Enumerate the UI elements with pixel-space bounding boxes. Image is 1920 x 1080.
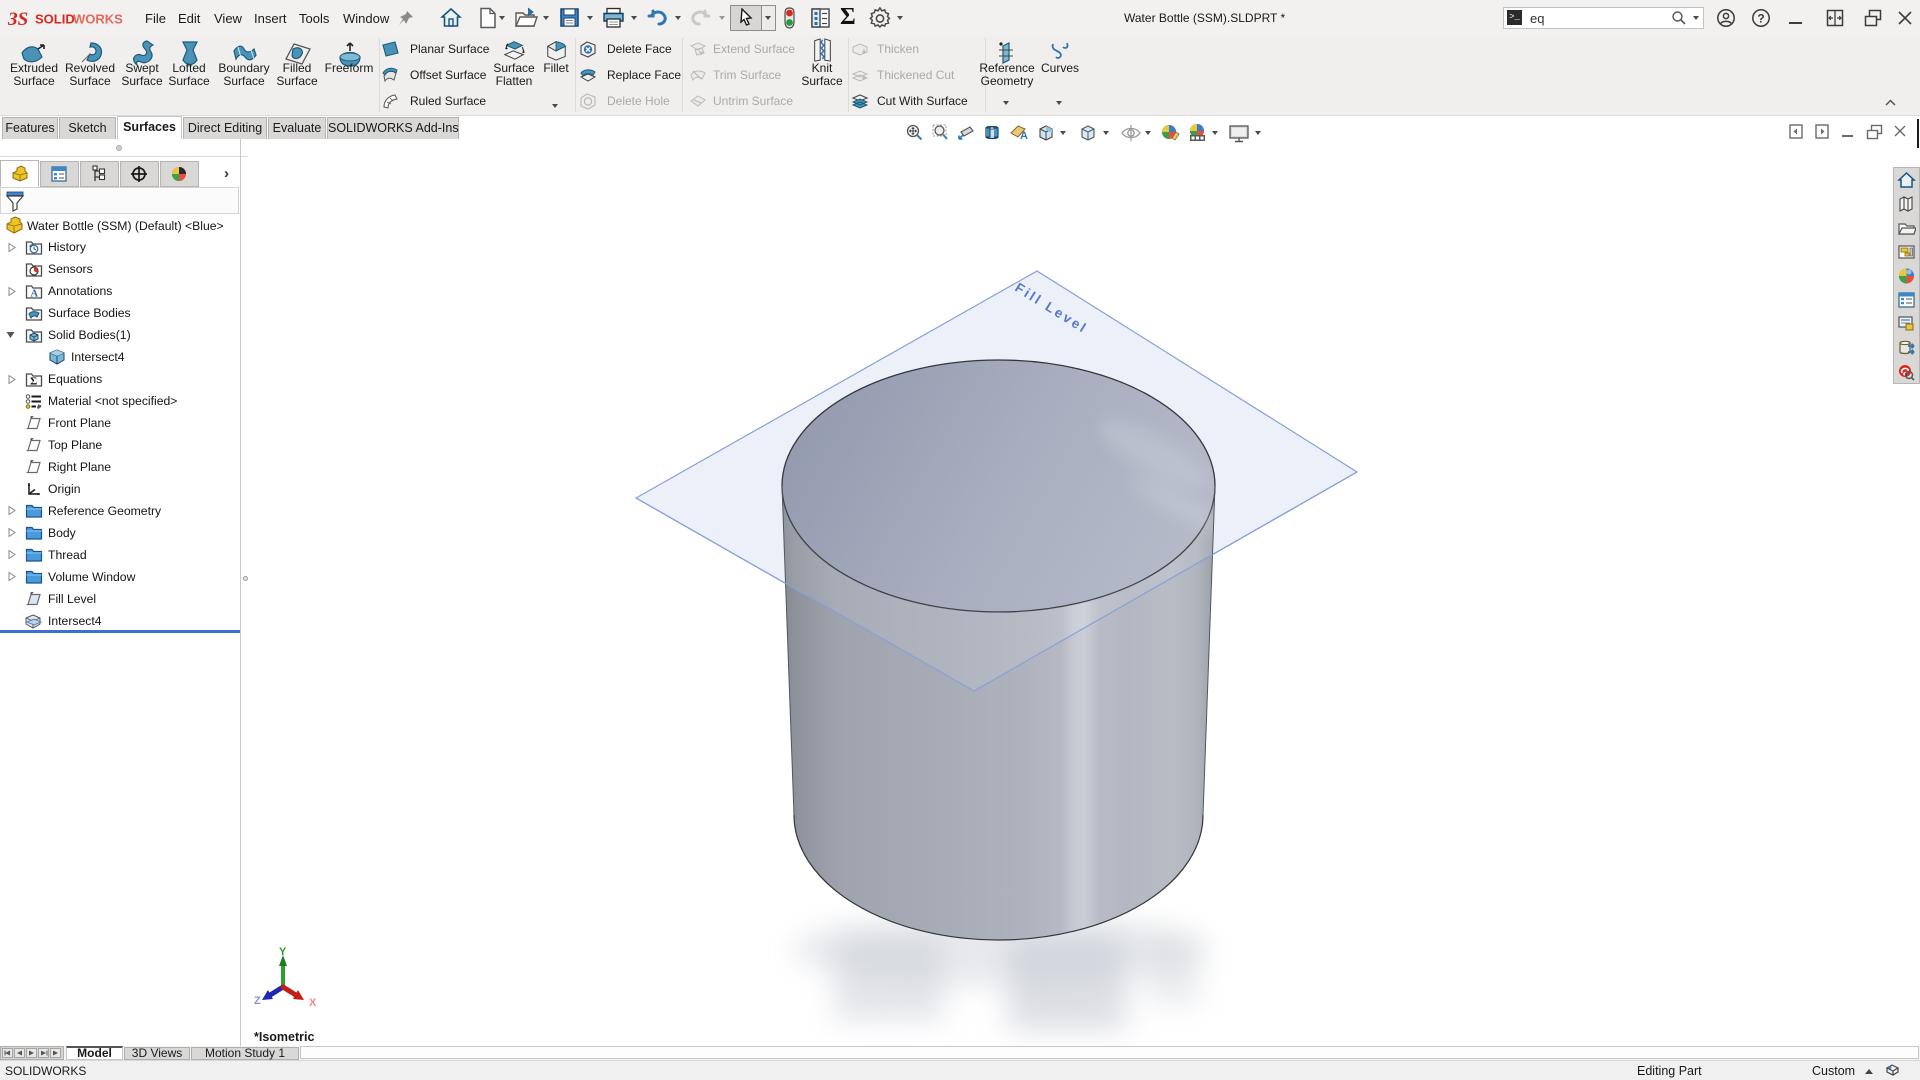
- svg-text:WORKS: WORKS: [73, 12, 123, 27]
- svg-text:?: ?: [1757, 12, 1764, 26]
- svg-text:Y: Y: [279, 946, 287, 958]
- svg-text:SOLID: SOLID: [35, 12, 75, 27]
- svg-text:ЗS: ЗS: [8, 9, 28, 30]
- svg-text:Σ: Σ: [30, 375, 37, 387]
- svg-text:Z: Z: [254, 995, 261, 1007]
- svg-text:*Isometric: *Isometric: [254, 1030, 314, 1044]
- svg-text:A: A: [31, 288, 39, 299]
- svg-text:X: X: [309, 997, 317, 1009]
